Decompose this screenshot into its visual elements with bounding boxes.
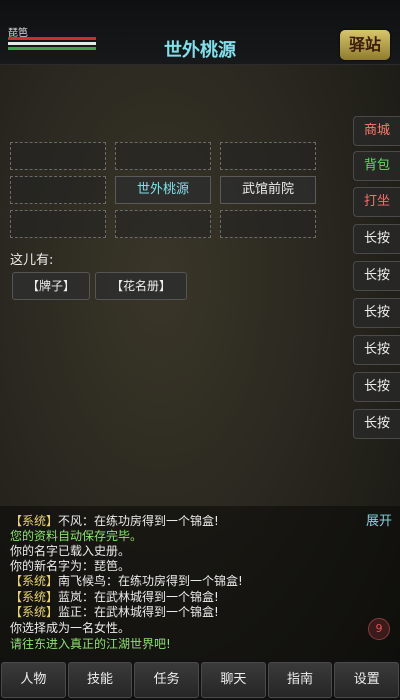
top-bar: 琵笆 世外桃源 驿站 — [0, 0, 400, 65]
item-sign-button[interactable]: 【牌子】 — [12, 272, 90, 300]
nav-guide-button[interactable]: 指南 — [267, 662, 333, 698]
nav-skills-button[interactable]: 技能 — [67, 662, 133, 698]
long-press-button-6[interactable]: 长按 — [353, 409, 400, 439]
map-cell-south — [115, 210, 211, 238]
meditate-button[interactable]: 打坐 — [353, 187, 400, 217]
message-line: 【系统】蓝岚：在武林城得到一个锦盒! — [10, 590, 219, 604]
notification-badge[interactable]: 9 — [368, 618, 390, 640]
message-line: 你的新名字为：琵笆。 — [10, 559, 131, 573]
long-press-button-5[interactable]: 长按 — [353, 372, 400, 402]
message-line: 【系统】不风：在练功房得到一个锦盒! — [10, 514, 219, 528]
message-line: 请往东进入真正的江湖世界吧! — [10, 637, 171, 651]
inn-logo-icon[interactable]: 驿站 — [340, 30, 390, 60]
nav-character-button[interactable]: 人物 — [1, 662, 66, 698]
message-line: 你的名字已载入史册。 — [10, 544, 131, 558]
map-cell-northwest — [10, 142, 106, 170]
map-cell-north — [115, 142, 211, 170]
map-cell-southwest — [10, 210, 106, 238]
map-cell-northeast — [220, 142, 316, 170]
long-press-button-1[interactable]: 长按 — [353, 224, 400, 254]
map-cell-west — [10, 176, 106, 204]
long-press-button-3[interactable]: 长按 — [353, 298, 400, 328]
nav-chat-button[interactable]: 聊天 — [201, 662, 266, 698]
expand-button[interactable]: 展开 — [366, 510, 392, 529]
map-cell-current[interactable]: 世外桃源 — [115, 176, 211, 204]
here-label: 这儿有: — [10, 253, 54, 268]
long-press-button-4[interactable]: 长按 — [353, 335, 400, 365]
map-cell-east[interactable]: 武馆前院 — [220, 176, 316, 204]
shop-button[interactable]: 商城 — [353, 116, 400, 146]
message-line: 【系统】监正：在武林城得到一个锦盒! — [10, 605, 219, 619]
item-roster-button[interactable]: 【花名册】 — [95, 272, 187, 300]
long-press-button-2[interactable]: 长按 — [353, 261, 400, 291]
message-line: 你选择成为一名女性。 — [10, 621, 131, 635]
message-line: 您的资料自动保存完毕。 — [10, 529, 143, 543]
map-cell-southeast — [220, 210, 316, 238]
bottom-nav: 人物 技能 任务 聊天 指南 设置 — [0, 660, 400, 700]
message-line: 【系统】南飞候鸟：在练功房得到一个锦盒! — [10, 574, 243, 588]
nav-quests-button[interactable]: 任务 — [134, 662, 200, 698]
bag-button[interactable]: 背包 — [353, 151, 400, 181]
nav-settings-button[interactable]: 设置 — [334, 662, 400, 698]
